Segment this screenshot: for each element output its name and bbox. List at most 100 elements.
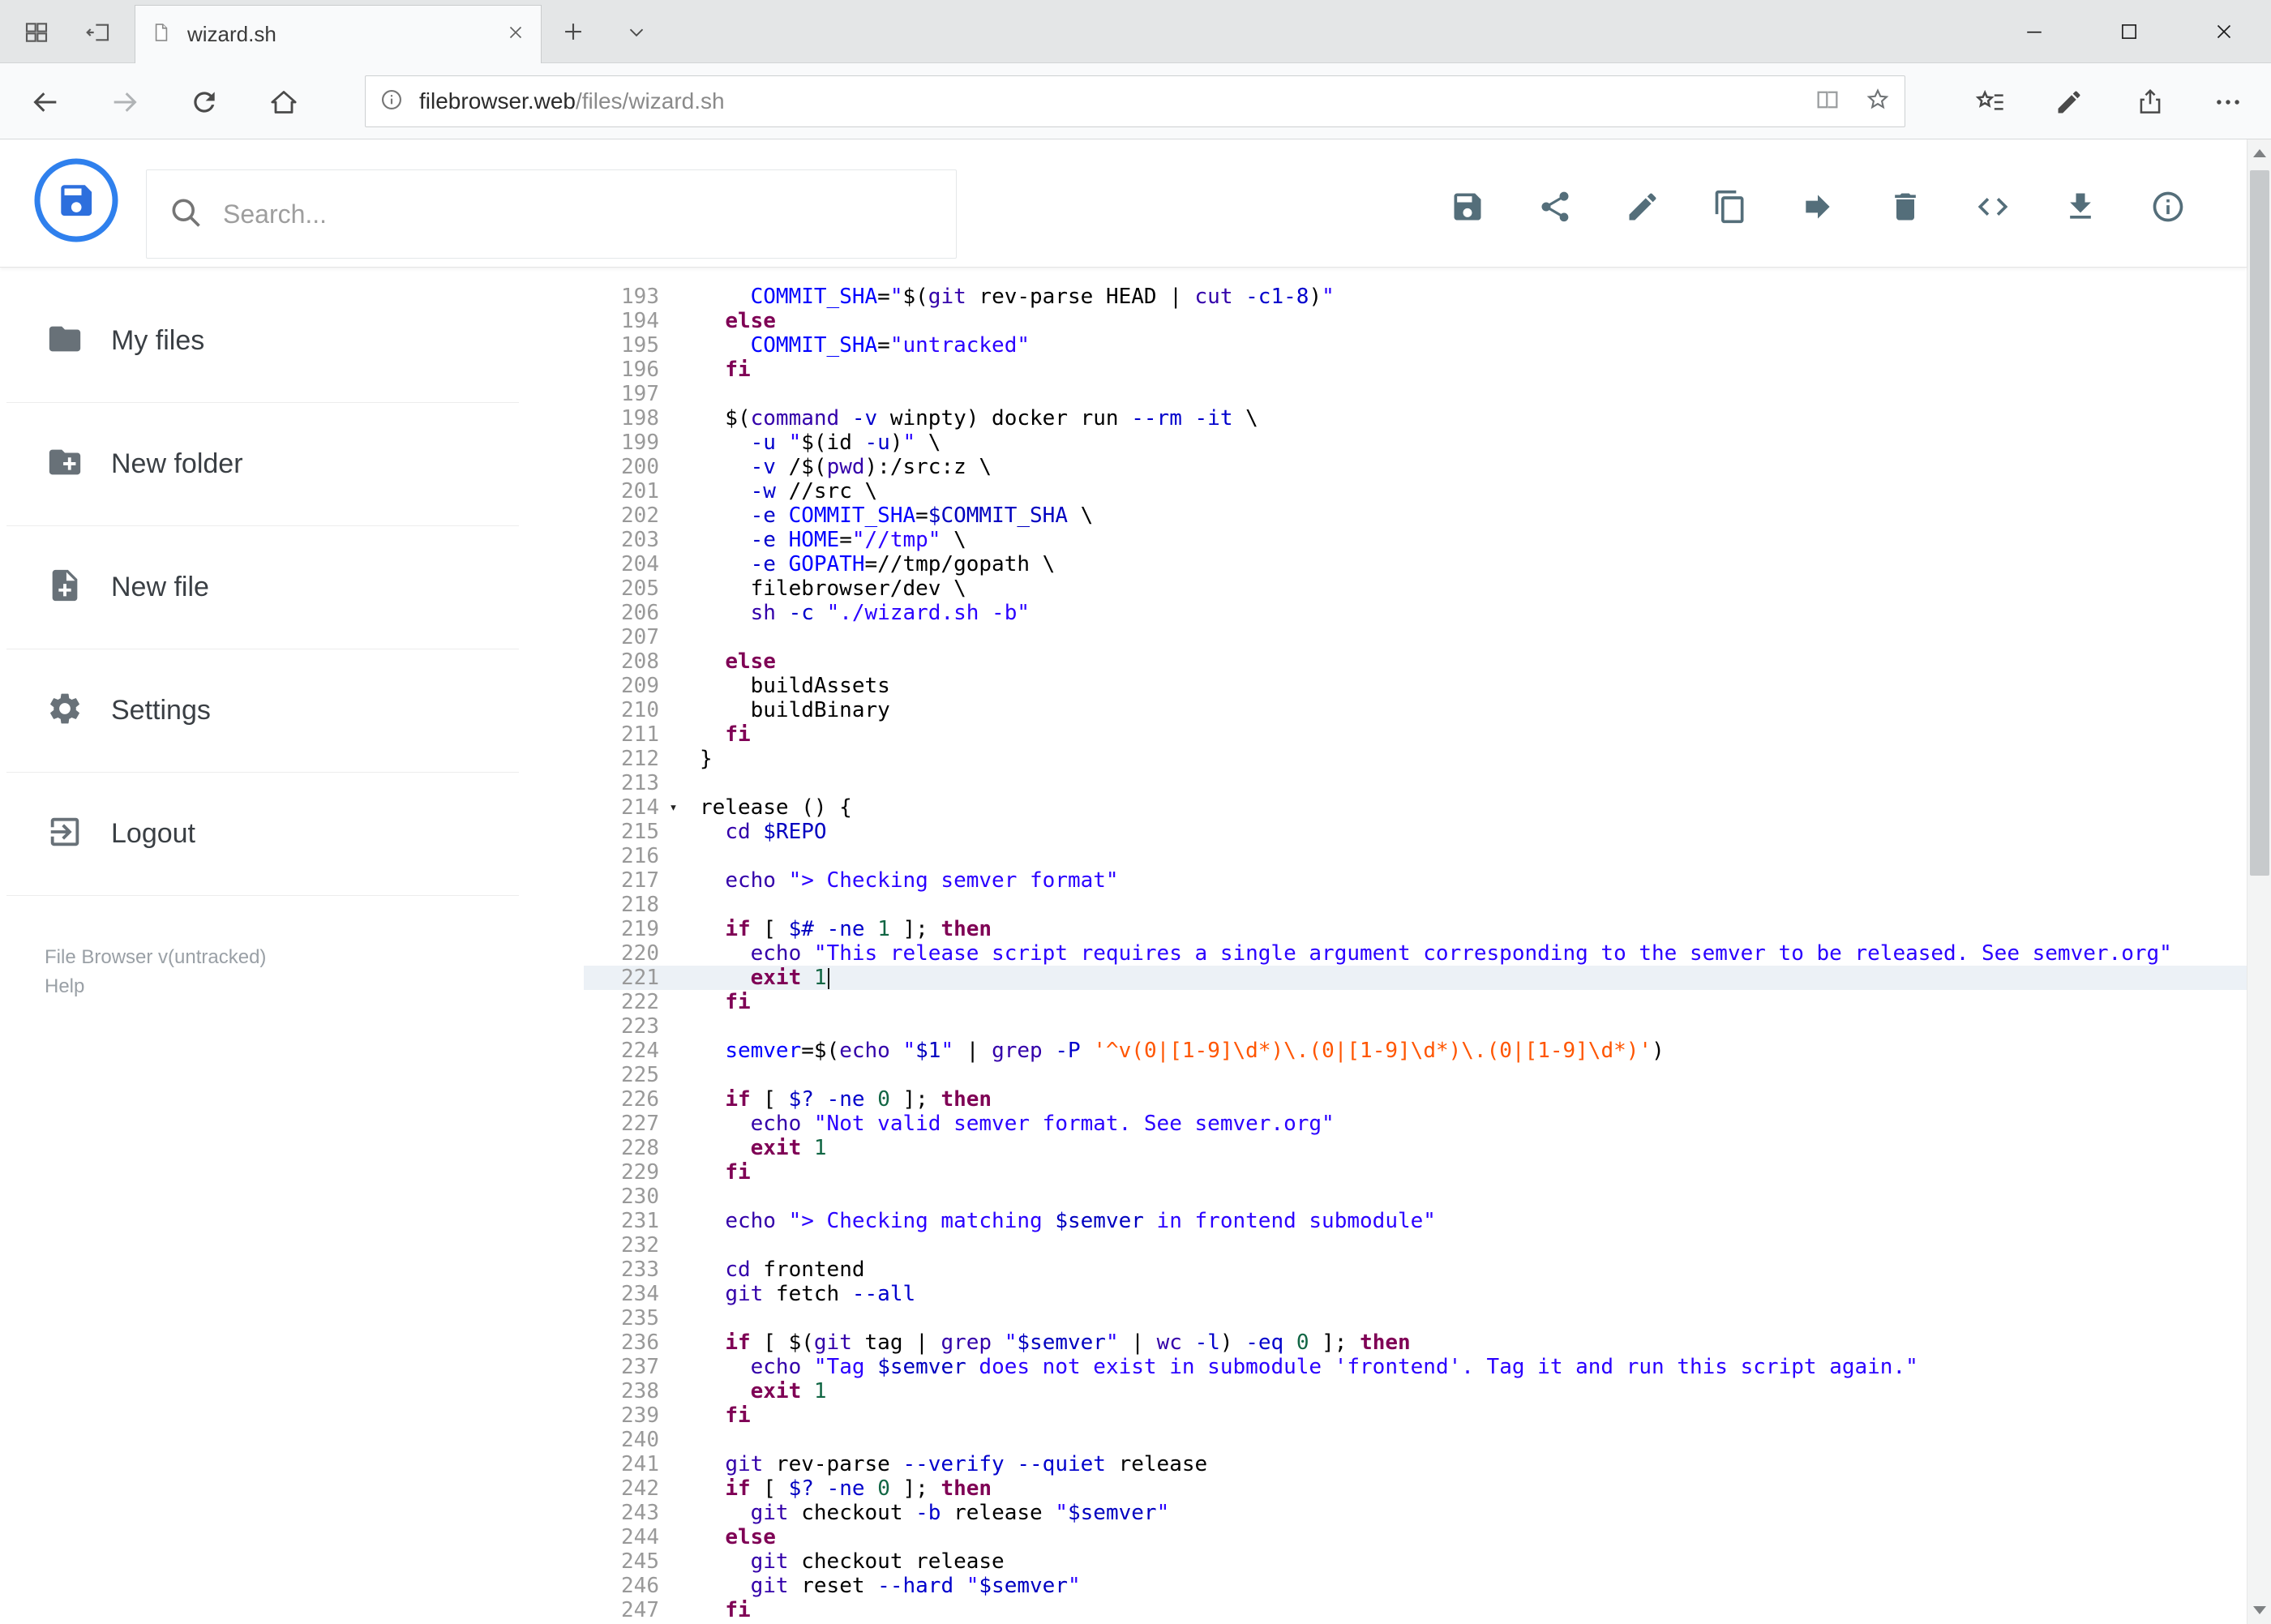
code-text[interactable] (688, 1428, 2247, 1452)
code-text[interactable]: fi (688, 358, 2247, 382)
sidebar-item-new-folder[interactable]: New folder (6, 403, 519, 526)
code-text[interactable]: git checkout release (688, 1549, 2247, 1574)
more-menu-icon[interactable] (2207, 81, 2249, 123)
browser-tab[interactable]: wizard.sh (135, 5, 542, 63)
code-line-202[interactable]: 202 -e COMMIT_SHA=$COMMIT_SHA \ (584, 503, 2247, 528)
set-aside-tabs-icon[interactable] (19, 16, 54, 49)
code-line-210[interactable]: 210 buildBinary (584, 698, 2247, 722)
code-text[interactable]: git rev-parse --verify --quiet release (688, 1452, 2247, 1476)
code-line-230[interactable]: 230 (584, 1185, 2247, 1209)
code-line-225[interactable]: 225 (584, 1063, 2247, 1087)
refresh-button[interactable] (183, 81, 225, 123)
code-line-226[interactable]: 226 if [ $? -ne 0 ]; then (584, 1087, 2247, 1112)
sidebar-item-my-files[interactable]: My files (6, 280, 519, 403)
code-line-211[interactable]: 211 fi (584, 722, 2247, 747)
code-text[interactable] (688, 1063, 2247, 1087)
code-text[interactable] (688, 625, 2247, 649)
code-text[interactable]: else (688, 309, 2247, 333)
code-line-212[interactable]: 212} (584, 747, 2247, 771)
code-text[interactable]: git fetch --all (688, 1282, 2247, 1306)
code-text[interactable] (688, 382, 2247, 406)
code-text[interactable]: fi (688, 1160, 2247, 1185)
code-text[interactable]: fi (688, 1598, 2247, 1622)
code-line-197[interactable]: 197 (584, 382, 2247, 406)
code-text[interactable] (688, 1233, 2247, 1258)
sidebar-item-new-file[interactable]: New file (6, 526, 519, 649)
code-line-231[interactable]: 231 echo "> Checking matching $semver in… (584, 1209, 2247, 1233)
code-text[interactable]: else (688, 1525, 2247, 1549)
code-text[interactable]: if [ $? -ne 0 ]; then (688, 1087, 2247, 1112)
search-input[interactable] (223, 199, 935, 229)
code-text[interactable]: } (688, 747, 2247, 771)
code-text[interactable]: sh -c "./wizard.sh -b" (688, 601, 2247, 625)
code-line-195[interactable]: 195 COMMIT_SHA="untracked" (584, 333, 2247, 358)
code-text[interactable] (688, 1014, 2247, 1039)
code-line-221[interactable]: 221 exit 1 (584, 966, 2247, 990)
code-line-228[interactable]: 228 exit 1 (584, 1136, 2247, 1160)
code-text[interactable]: fi (688, 990, 2247, 1014)
code-text[interactable] (688, 893, 2247, 917)
tabs-preview-toggle-icon[interactable] (80, 16, 116, 49)
favorites-hub-icon[interactable] (1969, 81, 2011, 123)
code-text[interactable]: -e HOME="//tmp" \ (688, 528, 2247, 552)
code-line-229[interactable]: 229 fi (584, 1160, 2247, 1185)
code-text[interactable]: if [ $? -ne 0 ]; then (688, 1476, 2247, 1501)
code-line-222[interactable]: 222 fi (584, 990, 2247, 1014)
fold-marker-icon[interactable]: ▾ (659, 795, 688, 820)
code-text[interactable] (688, 1306, 2247, 1330)
code-text[interactable]: -w //src \ (688, 479, 2247, 503)
code-line-200[interactable]: 200 -v /$(pwd):/src:z \ (584, 455, 2247, 479)
code-text[interactable]: cd frontend (688, 1258, 2247, 1282)
code-line-203[interactable]: 203 -e HOME="//tmp" \ (584, 528, 2247, 552)
code-text[interactable]: exit 1 (688, 1379, 2247, 1403)
code-line-243[interactable]: 243 git checkout -b release "$semver" (584, 1501, 2247, 1525)
code-line-234[interactable]: 234 git fetch --all (584, 1282, 2247, 1306)
share-page-icon[interactable] (2129, 81, 2171, 123)
minimize-button[interactable] (1986, 0, 2081, 63)
code-text[interactable]: semver=$(echo "$1" | grep -P '^v(0|[1-9]… (688, 1039, 2247, 1063)
add-favorite-star-icon[interactable] (1864, 86, 1892, 118)
code-text[interactable] (688, 771, 2247, 795)
code-line-205[interactable]: 205 filebrowser/dev \ (584, 576, 2247, 601)
code-text[interactable]: filebrowser/dev \ (688, 576, 2247, 601)
delete-button[interactable] (1888, 191, 1923, 226)
code-line-239[interactable]: 239 fi (584, 1403, 2247, 1428)
code-line-241[interactable]: 241 git rev-parse --verify --quiet relea… (584, 1452, 2247, 1476)
scrollbar-down-arrow[interactable] (2247, 1596, 2271, 1624)
code-line-235[interactable]: 235 (584, 1306, 2247, 1330)
home-button[interactable] (263, 81, 305, 123)
code-text[interactable]: git checkout -b release "$semver" (688, 1501, 2247, 1525)
site-info-icon[interactable] (379, 87, 405, 117)
web-note-pen-icon[interactable] (2048, 81, 2090, 123)
code-text[interactable]: echo "Tag $semver does not exist in subm… (688, 1355, 2247, 1379)
code-line-214[interactable]: 214 ▾ release () { (584, 795, 2247, 820)
back-button[interactable] (24, 81, 66, 123)
address-bar[interactable]: filebrowser.web/files/wizard.sh (365, 75, 1905, 127)
code-line-213[interactable]: 213 (584, 771, 2247, 795)
code-line-201[interactable]: 201 -w //src \ (584, 479, 2247, 503)
code-text[interactable]: exit 1 (688, 1136, 2247, 1160)
code-text[interactable]: $(command -v winpty) docker run --rm -it… (688, 406, 2247, 431)
code-line-206[interactable]: 206 sh -c "./wizard.sh -b" (584, 601, 2247, 625)
code-line-232[interactable]: 232 (584, 1233, 2247, 1258)
code-text[interactable]: git reset --hard "$semver" (688, 1574, 2247, 1598)
code-text[interactable]: if [ $# -ne 1 ]; then (688, 917, 2247, 941)
save-button[interactable] (1450, 191, 1485, 226)
code-text[interactable]: COMMIT_SHA="$(git rev-parse HEAD | cut -… (688, 285, 2247, 309)
code-line-218[interactable]: 218 (584, 893, 2247, 917)
code-text[interactable]: -v /$(pwd):/src:z \ (688, 455, 2247, 479)
code-button[interactable] (1975, 191, 2011, 226)
search-box[interactable] (146, 169, 957, 259)
code-line-220[interactable]: 220 echo "This release script requires a… (584, 941, 2247, 966)
code-line-245[interactable]: 245 git checkout release (584, 1549, 2247, 1574)
code-text[interactable]: echo "Not valid semver format. See semve… (688, 1112, 2247, 1136)
code-line-240[interactable]: 240 (584, 1428, 2247, 1452)
code-text[interactable]: buildBinary (688, 698, 2247, 722)
code-text[interactable]: exit 1 (688, 966, 2247, 990)
code-line-236[interactable]: 236 if [ $(git tag | grep "$semver" | wc… (584, 1330, 2247, 1355)
forward-button[interactable] (104, 81, 146, 123)
code-line-193[interactable]: 193 COMMIT_SHA="$(git rev-parse HEAD | c… (584, 285, 2247, 309)
code-line-224[interactable]: 224 semver=$(echo "$1" | grep -P '^v(0|[… (584, 1039, 2247, 1063)
code-text[interactable]: if [ $(git tag | grep "$semver" | wc -l)… (688, 1330, 2247, 1355)
code-text[interactable]: else (688, 649, 2247, 674)
